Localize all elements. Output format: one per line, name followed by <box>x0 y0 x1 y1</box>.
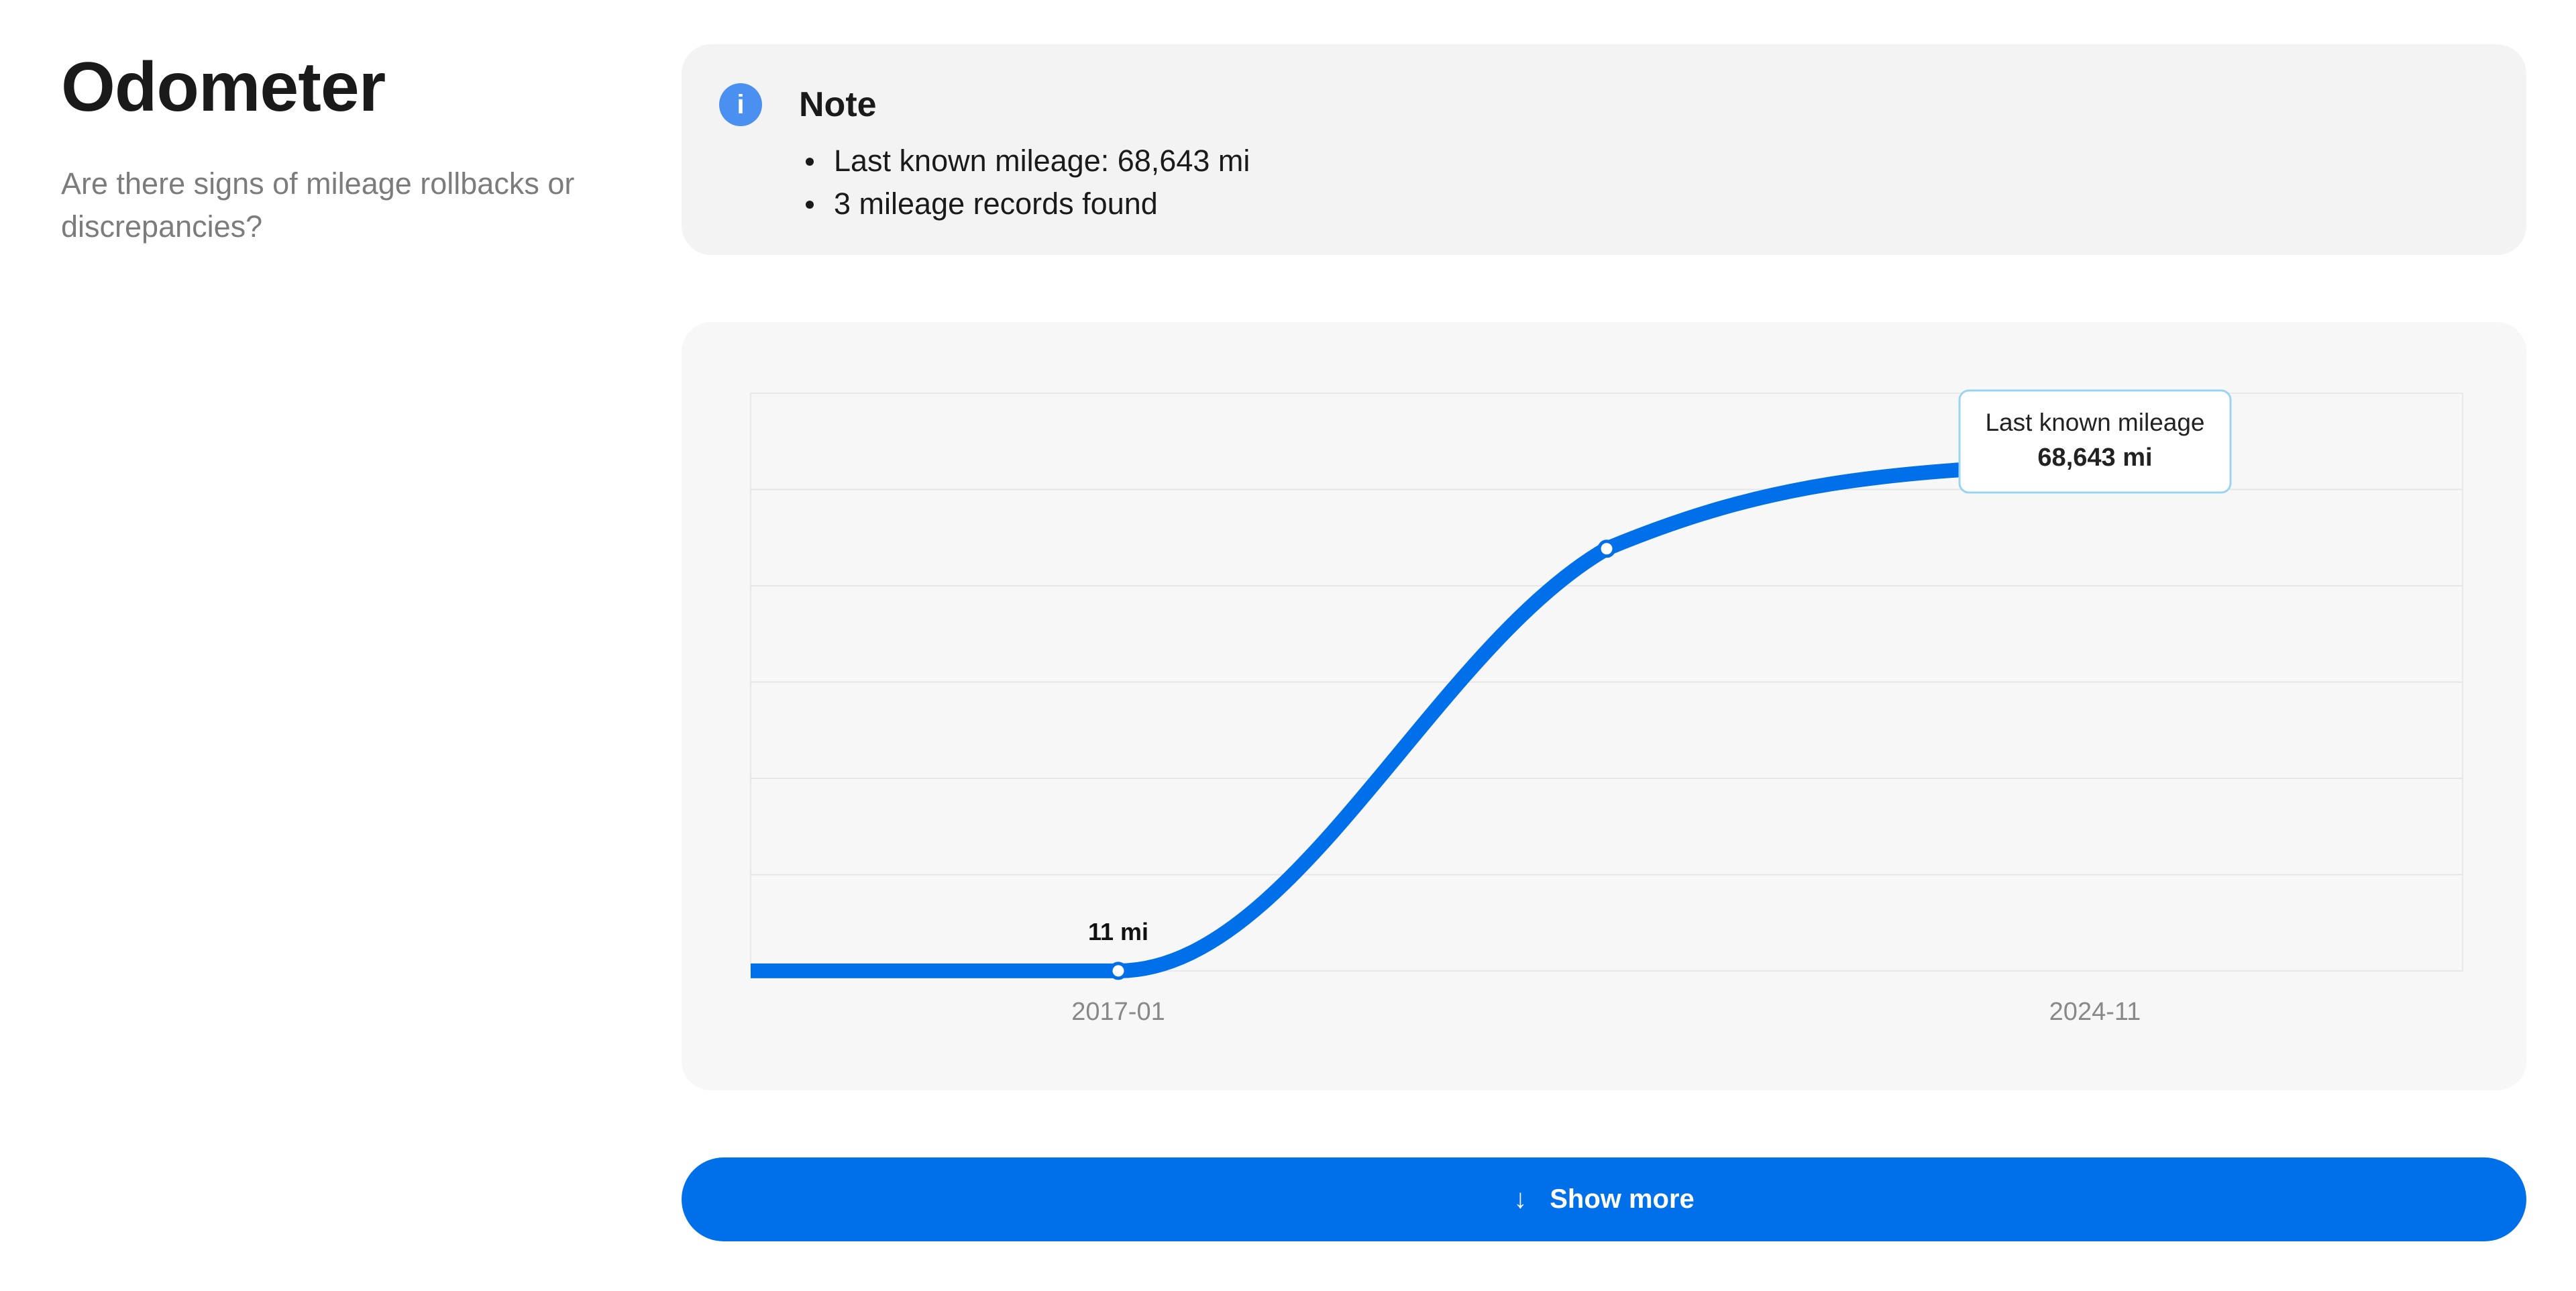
chart-tooltip-title: Last known mileage <box>1985 409 2204 436</box>
chart-point-label: 11 mi <box>1088 918 1148 945</box>
note-card: i Note Last known mileage: 68,643 mi 3 m… <box>682 44 2526 255</box>
note-item: 3 mileage records found <box>799 183 1250 225</box>
chart-tooltip-box <box>1958 389 2232 494</box>
note-item: Last known mileage: 68,643 mi <box>799 140 1250 183</box>
chart-x-tick-label: 2024-11 <box>2049 998 2141 1026</box>
chart-data-point <box>1597 539 1616 558</box>
chart-data-point <box>1109 962 1128 980</box>
show-more-button[interactable]: ↓ Show more <box>682 1157 2526 1241</box>
mileage-chart-card: 11 mi 2017-01 2024-11 Last known mileage 68,… <box>682 322 2526 1090</box>
chart-series-line <box>751 455 2096 978</box>
chart-x-tick-label: 2017-01 <box>1071 998 1165 1026</box>
section-header: Odometer Are there signs of mileage roll… <box>61 47 638 248</box>
note-list: Last known mileage: 68,643 mi 3 mileage … <box>799 140 1250 225</box>
mileage-chart: 11 mi 2017-01 2024-11 Last known mileage 68,… <box>750 389 2463 1026</box>
show-more-label: Show more <box>1550 1184 1695 1214</box>
arrow-down-icon: ↓ <box>1513 1184 1527 1214</box>
note-title: Note <box>799 85 877 124</box>
page-subtitle: Are there signs of mileage rollbacks or … <box>61 166 575 244</box>
info-icon: i <box>719 83 762 126</box>
chart-tooltip-value: 68,643 mi <box>2037 444 2152 472</box>
page-title: Odometer <box>61 48 386 126</box>
